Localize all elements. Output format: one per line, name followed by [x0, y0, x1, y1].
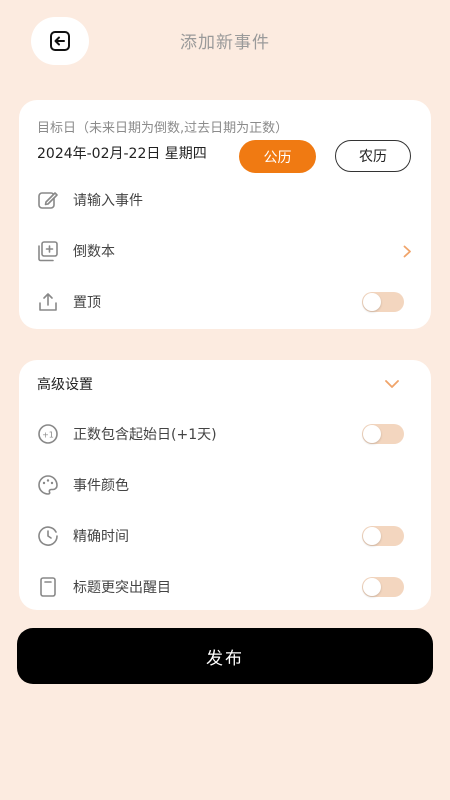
- solar-calendar-button[interactable]: 公历: [239, 140, 316, 173]
- title-emphasis-toggle[interactable]: [362, 577, 404, 597]
- event-name-input[interactable]: 请输入事件: [73, 190, 143, 210]
- pin-top-row: 置顶: [19, 282, 431, 322]
- event-card: 目标日（未来日期为倒数,过去日期为正数） 2024年-02月-22日 星期四 公…: [19, 100, 431, 329]
- precise-time-label: 精确时间: [73, 529, 129, 545]
- palette-icon: [36, 473, 60, 497]
- pin-top-label: 置顶: [73, 295, 101, 311]
- advanced-settings-card: 高级设置 +1 正数包含起始日(+1天) 事件颜色 精确时间 标题更突出醒目: [19, 360, 431, 610]
- title-emphasis-icon: [36, 575, 60, 599]
- pin-top-toggle[interactable]: [362, 292, 404, 312]
- target-date-value[interactable]: 2024年-02月-22日 星期四: [37, 143, 207, 163]
- chevron-right-icon: [401, 245, 413, 257]
- clock-icon: [36, 524, 60, 548]
- countdown-book-row[interactable]: 倒数本: [19, 231, 431, 271]
- chevron-down-icon[interactable]: [384, 378, 400, 390]
- include-start-day-label: 正数包含起始日(+1天): [73, 427, 217, 443]
- event-color-row[interactable]: 事件颜色: [19, 465, 431, 505]
- include-start-day-toggle[interactable]: [362, 424, 404, 444]
- book-add-icon: [36, 239, 60, 263]
- title-emphasis-label: 标题更突出醒目: [73, 580, 171, 596]
- page-title: 添加新事件: [180, 33, 270, 53]
- precise-time-row: 精确时间: [19, 516, 431, 556]
- edit-icon: [36, 188, 60, 212]
- svg-text:+1: +1: [42, 431, 54, 440]
- advanced-settings-title[interactable]: 高级设置: [37, 374, 93, 394]
- publish-button[interactable]: 发布: [17, 628, 433, 684]
- event-color-label: 事件颜色: [73, 478, 129, 494]
- event-name-row[interactable]: 请输入事件: [19, 180, 431, 220]
- lunar-calendar-button[interactable]: 农历: [335, 140, 411, 172]
- precise-time-toggle[interactable]: [362, 526, 404, 546]
- target-date-hint: 目标日（未来日期为倒数,过去日期为正数）: [37, 121, 289, 136]
- share-upload-icon: [36, 290, 60, 314]
- countdown-book-label: 倒数本: [73, 244, 115, 260]
- plus-one-icon: +1: [36, 422, 60, 446]
- title-emphasis-row: 标题更突出醒目: [19, 567, 431, 607]
- include-start-day-row: +1 正数包含起始日(+1天): [19, 414, 431, 454]
